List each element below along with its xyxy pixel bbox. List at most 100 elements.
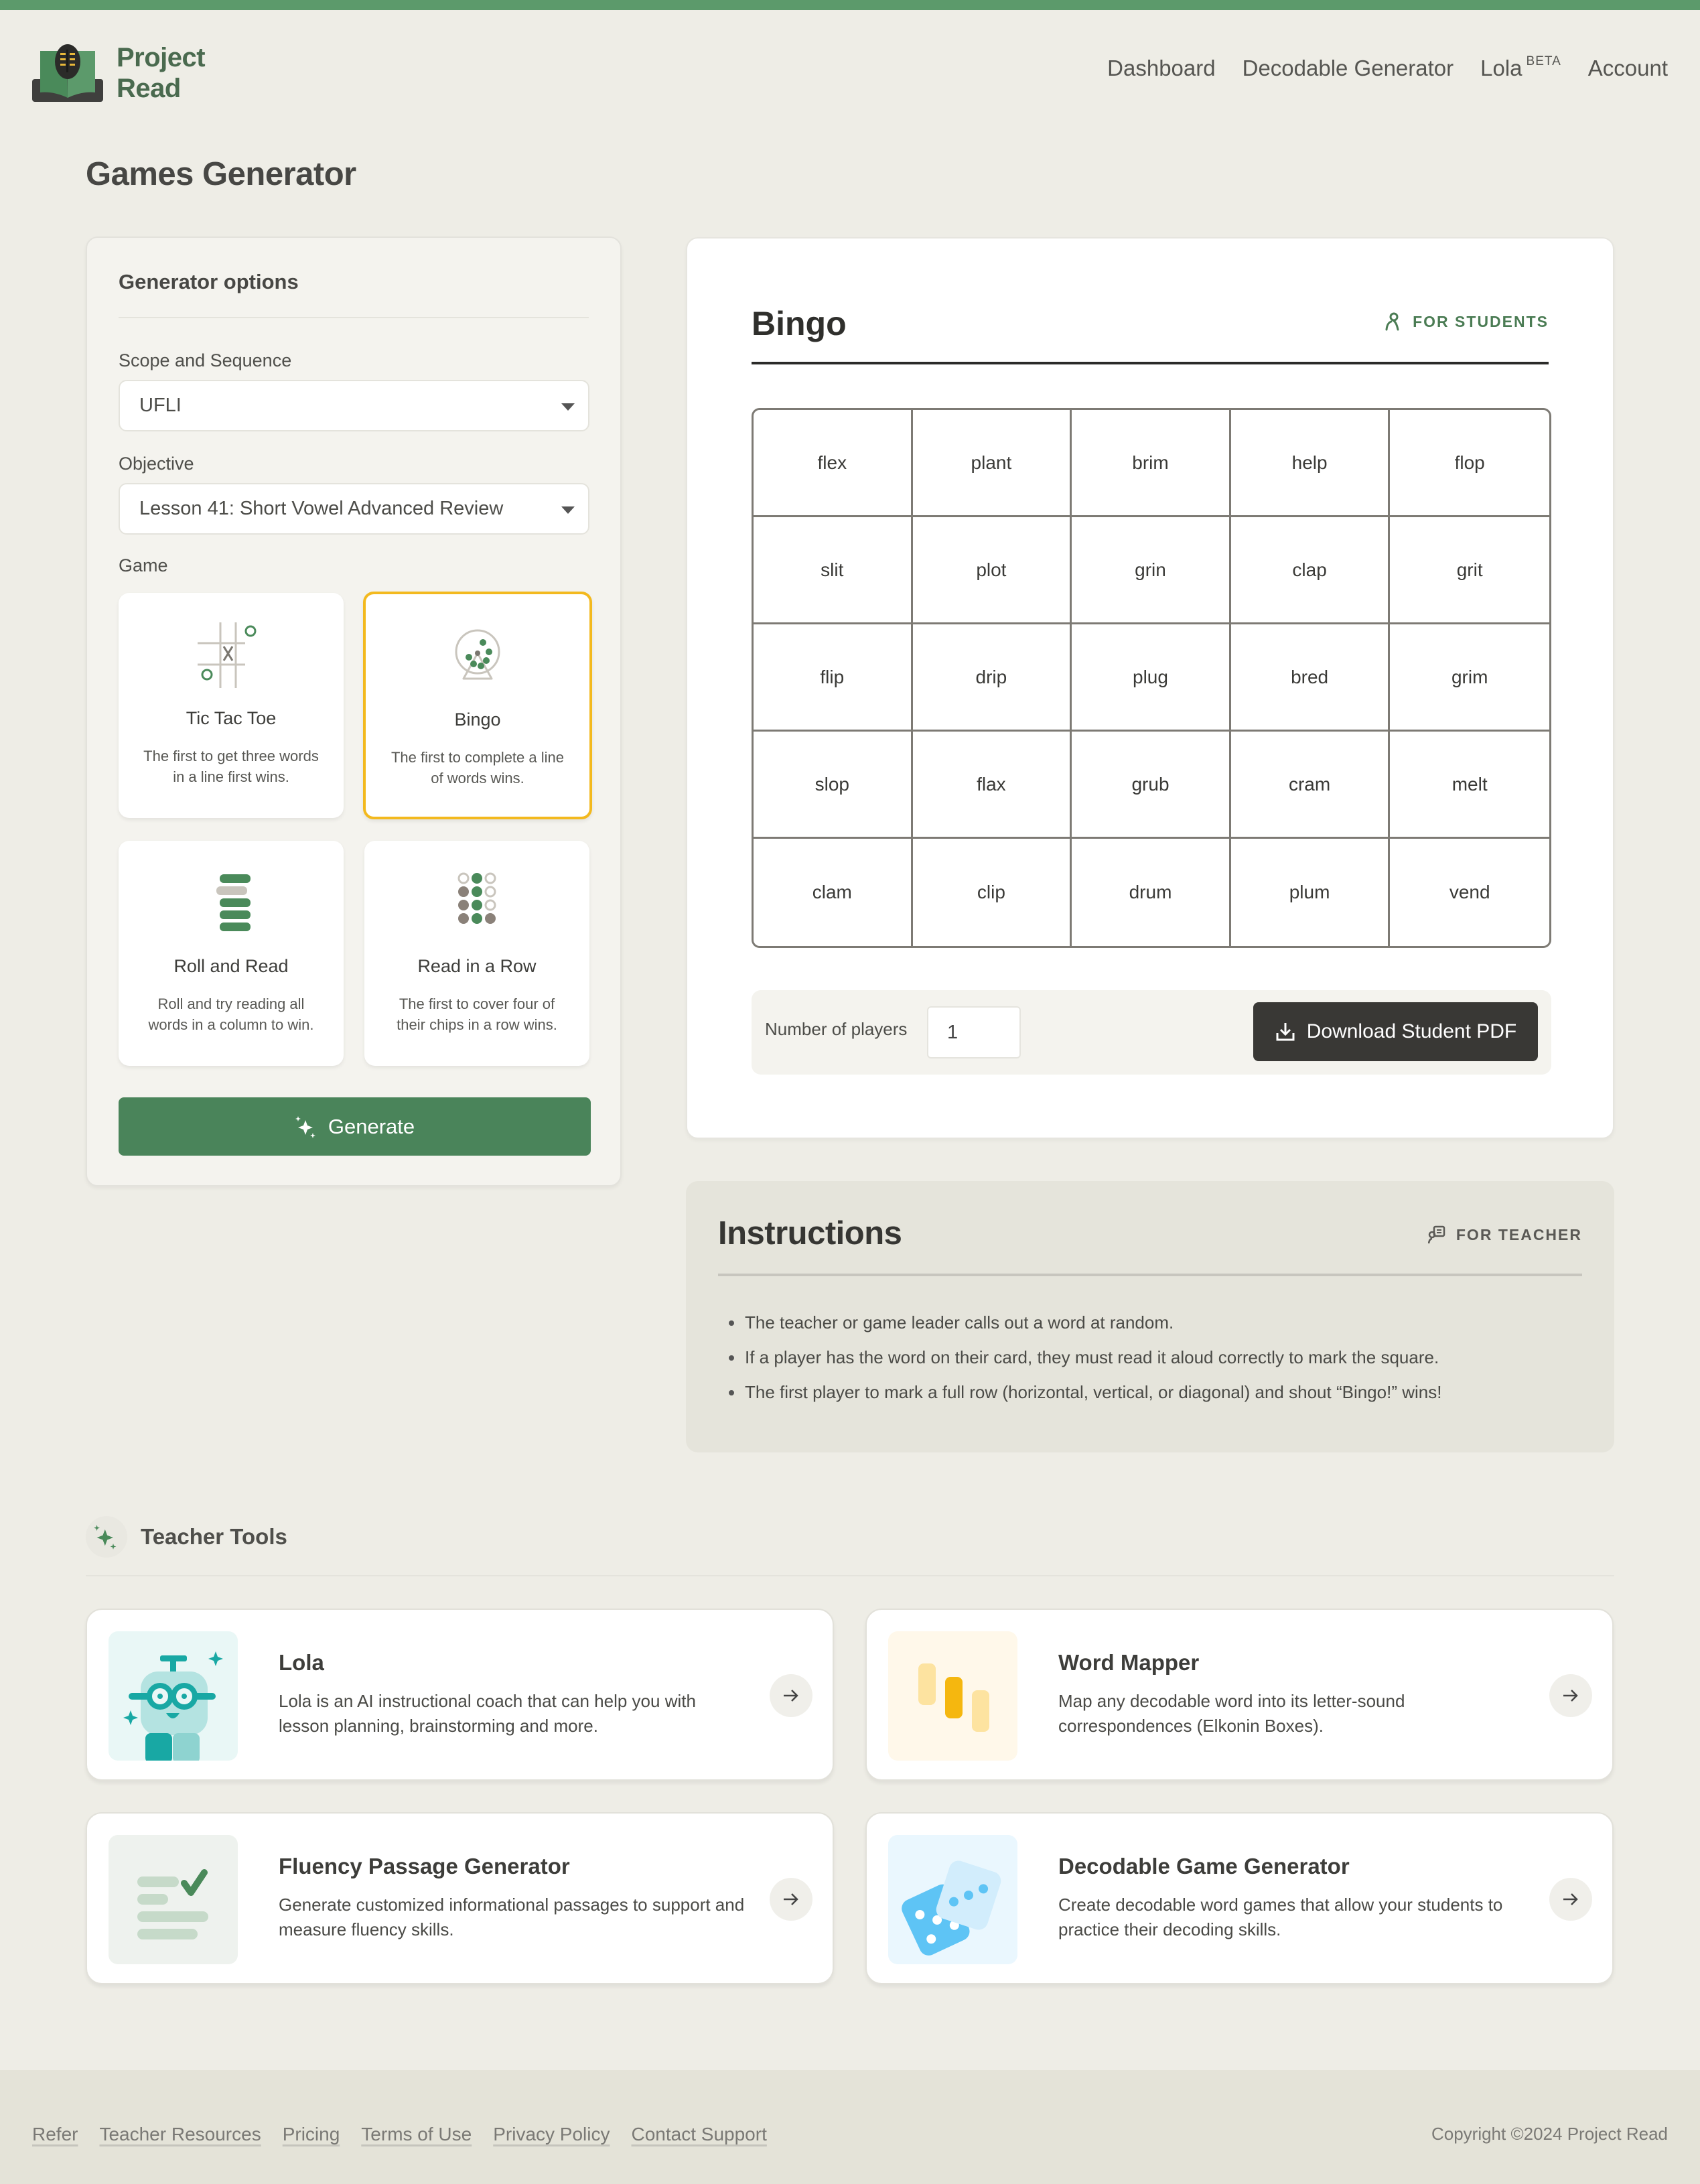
lola-robot-icon	[109, 1631, 238, 1761]
divider	[119, 317, 589, 318]
tool-card-word-mapper[interactable]: Word Mapper Map any decodable word into …	[865, 1609, 1614, 1781]
instruction-item: If a player has the word on their card, …	[727, 1340, 1441, 1375]
elkonin-boxes-icon	[888, 1631, 1017, 1761]
scope-select[interactable]: UFLI	[119, 380, 589, 431]
tool-card-fluency-passage-generator[interactable]: Fluency Passage Generator Generate custo…	[86, 1812, 834, 1984]
footer-link-refer[interactable]: Refer	[32, 2124, 78, 2145]
student-icon	[1385, 312, 1399, 331]
game-name: Read in a Row	[417, 956, 537, 976]
bingo-cell: drip	[912, 624, 1072, 732]
game-option-bingo[interactable]: Bingo The first to complete a line of wo…	[363, 592, 592, 819]
objective-label: Objective	[119, 454, 194, 474]
site-footer: Refer Teacher Resources Pricing Terms of…	[0, 2070, 1700, 2184]
bingo-cell: flip	[754, 624, 913, 732]
checklist-icon	[109, 1835, 238, 1964]
game-option-read-in-a-row[interactable]: Read in a Row The first to cover four of…	[364, 841, 589, 1066]
tool-description: Map any decodable word into its letter-s…	[1058, 1691, 1405, 1736]
teacher-board-icon	[1427, 1225, 1445, 1244]
players-label: Number of players	[765, 1019, 908, 1039]
tic-tac-toe-icon	[198, 622, 257, 688]
logo[interactable]: Project Read	[32, 42, 206, 104]
arrow-right-icon[interactable]	[770, 1878, 812, 1921]
instruction-item: The teacher or game leader calls out a w…	[727, 1305, 1441, 1340]
divider	[86, 1575, 1614, 1576]
game-name: Roll and Read	[173, 956, 289, 976]
bingo-cell: clam	[754, 839, 913, 946]
chips-grid-icon	[457, 872, 496, 924]
bingo-cell: flax	[912, 732, 1072, 839]
nav-lola[interactable]: Lola BETA	[1480, 54, 1561, 81]
bingo-cell: flex	[754, 410, 913, 517]
bingo-cell: cram	[1230, 732, 1391, 839]
dice-icon	[888, 1835, 1017, 1964]
game-description: Roll and try reading all words in a colu…	[148, 996, 314, 1033]
bingo-cell: melt	[1390, 732, 1549, 839]
footer-link-terms-of-use[interactable]: Terms of Use	[361, 2124, 472, 2145]
instruction-item: The first player to mark a full row (hor…	[727, 1375, 1441, 1410]
game-description: The first to cover four of their chips i…	[397, 996, 557, 1033]
copyright: Copyright ©2024 Project Read	[1431, 2124, 1668, 2144]
download-student-pdf-button[interactable]: Download Student PDF	[1253, 1002, 1538, 1061]
download-button-label: Download Student PDF	[1306, 1020, 1517, 1042]
bingo-cell: grim	[1390, 624, 1549, 732]
tool-name: Lola	[279, 1650, 324, 1675]
bingo-cell: brim	[1072, 410, 1231, 517]
objective-select[interactable]: Lesson 41: Short Vowel Advanced Review	[119, 483, 589, 535]
nav-dashboard[interactable]: Dashboard	[1107, 56, 1215, 81]
footer-link-contact-support[interactable]: Contact Support	[632, 2124, 767, 2145]
book-microphone-logo-icon	[32, 44, 103, 102]
game-description: The first to complete a line of words wi…	[391, 749, 564, 787]
stacked-bars-icon	[216, 874, 251, 931]
page-title: Games Generator	[86, 156, 356, 192]
footer-link-pricing[interactable]: Pricing	[283, 2124, 340, 2145]
footer-link-teacher-resources[interactable]: Teacher Resources	[99, 2124, 261, 2145]
game-option-tic-tac-toe[interactable]: Tic Tac Toe The first to get three words…	[119, 593, 344, 818]
nav-lola-label: Lola	[1480, 56, 1522, 80]
tool-name: Decodable Game Generator	[1058, 1854, 1350, 1879]
teacher-tools-header: Teacher Tools	[86, 1516, 287, 1558]
footer-link-privacy-policy[interactable]: Privacy Policy	[493, 2124, 610, 2145]
scope-select-value: UFLI	[139, 395, 182, 416]
game-option-roll-and-read[interactable]: Roll and Read Roll and try reading all w…	[119, 841, 344, 1066]
arrow-right-icon[interactable]	[1549, 1878, 1592, 1921]
tool-description: Create decodable word games that allow y…	[1058, 1895, 1503, 1939]
bingo-cage-icon	[455, 629, 500, 680]
game-name: Bingo	[454, 709, 501, 730]
sparkle-icon	[295, 1115, 315, 1138]
logo-line-1: Project	[117, 43, 206, 72]
tool-card-lola[interactable]: Lola Lola is an AI instructional coach t…	[86, 1609, 834, 1781]
chevron-down-icon	[561, 403, 575, 411]
game-description: The first to get three words in a line f…	[143, 748, 319, 785]
for-students-label: FOR STUDENTS	[1413, 312, 1549, 330]
bingo-cell: plant	[912, 410, 1072, 517]
bingo-cell: plot	[912, 517, 1072, 624]
tool-card-decodable-game-generator[interactable]: Decodable Game Generator Create decodabl…	[865, 1812, 1614, 1984]
bingo-cell: plum	[1231, 839, 1391, 946]
arrow-right-icon[interactable]	[1549, 1674, 1592, 1717]
game-label: Game	[119, 555, 168, 575]
bingo-cell: bred	[1230, 624, 1391, 732]
bingo-grid: flex plant brim help flop slit plot grin clap gri…	[752, 408, 1551, 948]
number-of-players-input[interactable]	[927, 1006, 1021, 1059]
generate-button-label: Generate	[328, 1114, 415, 1138]
bingo-title: Bingo	[752, 305, 847, 342]
tool-description: Generate customized informational passag…	[279, 1895, 745, 1939]
logo-line-2: Read	[117, 74, 181, 103]
tool-name: Word Mapper	[1058, 1650, 1200, 1675]
nav-account[interactable]: Account	[1588, 56, 1668, 81]
logo-text: Project Read	[117, 42, 206, 104]
nav-decodable-generator[interactable]: Decodable Generator	[1243, 56, 1454, 81]
generator-options-panel: Generator options Scope and Sequence UFL…	[86, 236, 622, 1186]
generate-button[interactable]: Generate	[119, 1097, 591, 1156]
scope-label: Scope and Sequence	[119, 350, 292, 370]
beta-badge: BETA	[1526, 54, 1561, 68]
arrow-right-icon[interactable]	[770, 1674, 812, 1717]
title-rule	[752, 362, 1549, 364]
bingo-cell: slop	[754, 732, 913, 839]
for-teacher-badge: FOR TEACHER	[1427, 1225, 1582, 1244]
bingo-cell: clip	[913, 839, 1072, 946]
sparkle-icon	[86, 1516, 127, 1558]
bingo-cell: slit	[754, 517, 913, 624]
bingo-cell: plug	[1072, 624, 1231, 732]
title-rule	[718, 1274, 1582, 1276]
